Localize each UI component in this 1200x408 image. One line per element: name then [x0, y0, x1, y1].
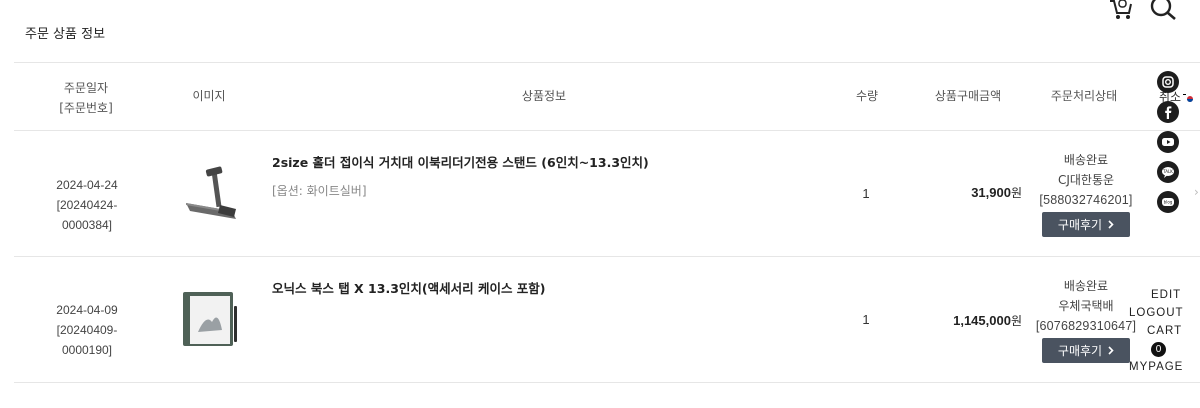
product-thumbnail[interactable] [176, 159, 248, 231]
tracking-number[interactable]: [588032746201] [1024, 190, 1148, 210]
order-number[interactable]: [20240424-0000384] [34, 195, 140, 235]
carrier-name: CJ대한통운 [1057, 173, 1115, 187]
search-icon[interactable] [1150, 0, 1178, 20]
instagram-icon[interactable] [1157, 71, 1179, 93]
quick-logout-link[interactable]: LOGOUT [1129, 304, 1200, 322]
price: 31,900원 [954, 184, 1022, 201]
price-currency: 원 [1010, 186, 1022, 200]
header-product: 상품정보 [521, 89, 567, 103]
price-value: 31,900 [971, 185, 1011, 200]
order-date: 2024-04-24 [56, 178, 118, 192]
divider [14, 256, 1200, 257]
youtube-icon[interactable] [1157, 131, 1179, 153]
price-value: 1,145,000 [953, 313, 1011, 328]
social-links: TALK blog [1157, 71, 1179, 213]
header-tools [1108, 0, 1178, 20]
quick-menu: EDIT LOGOUT CART 0 MYPAGE [1129, 286, 1200, 376]
korea-flag-icon[interactable] [1182, 90, 1198, 102]
order-status: 배송완료 [1063, 153, 1109, 167]
header-amount: 상품구매금액 [934, 89, 1002, 103]
review-button-label: 구매후기 [1057, 217, 1103, 232]
divider [14, 130, 1200, 131]
svg-text:TALK: TALK [1162, 169, 1173, 174]
product-thumbnail[interactable] [176, 284, 248, 356]
product-name[interactable]: 2size 홀더 접이식 거치대 이북리더기전용 스탠드 (6인치~13.3인치… [272, 152, 832, 171]
product-info: 2size 홀더 접이식 거치대 이북리더기전용 스탠드 (6인치~13.3인치… [272, 152, 832, 199]
svg-text:blog: blog [1164, 200, 1173, 205]
header-date-label: 주문일자 [63, 81, 109, 95]
chevron-right-icon [1108, 220, 1114, 229]
divider [14, 62, 1200, 63]
order-date-cell: 2024-04-24 [20240424-0000384] [34, 175, 140, 235]
cart-icon[interactable] [1108, 0, 1134, 20]
price-currency: 원 [1010, 314, 1022, 328]
facebook-icon[interactable] [1157, 101, 1179, 123]
talk-icon[interactable]: TALK [1157, 161, 1179, 183]
quantity: 1 [862, 312, 870, 327]
quick-edit-link[interactable]: EDIT [1129, 286, 1200, 304]
product-name[interactable]: 오닉스 북스 탭 X 13.3인치(액세서리 케이스 포함) [272, 278, 832, 297]
quick-cart-link[interactable]: CART 0 [1129, 322, 1200, 358]
order-status-cell: 배송완료 CJ대한통운 [588032746201] 구매후기 [1024, 150, 1148, 237]
blog-icon[interactable]: blog [1157, 191, 1179, 213]
write-review-button[interactable]: 구매후기 [1042, 212, 1130, 237]
section-title: 주문 상품 정보 [25, 27, 106, 42]
quick-mypage-link[interactable]: MYPAGE [1129, 358, 1200, 376]
quantity: 1 [862, 186, 870, 201]
chevron-right-icon[interactable]: › [1194, 185, 1200, 199]
price: 1,145,000원 [934, 312, 1022, 329]
product-option: [옵션: 화이트실버] [272, 184, 367, 198]
header-order-no-label: [주문번호] [59, 101, 113, 115]
header-date: 주문일자 [주문번호] [44, 78, 128, 118]
chevron-right-icon [1108, 346, 1114, 355]
order-date: 2024-04-09 [56, 303, 118, 317]
order-number[interactable]: [20240409-0000190] [34, 320, 140, 360]
header-qty: 수량 [855, 89, 879, 103]
header-status: 주문처리상태 [1050, 89, 1118, 103]
header-image: 이미지 [192, 89, 226, 103]
divider [14, 382, 1200, 383]
quick-cart-label: CART [1147, 325, 1183, 337]
review-button-label: 구매후기 [1057, 343, 1103, 358]
order-date-cell: 2024-04-09 [20240409-0000190] [34, 300, 140, 360]
product-info: 오닉스 북스 탭 X 13.3인치(액세서리 케이스 포함) [272, 278, 832, 297]
cart-count-badge: 0 [1151, 342, 1166, 357]
write-review-button[interactable]: 구매후기 [1042, 338, 1130, 363]
